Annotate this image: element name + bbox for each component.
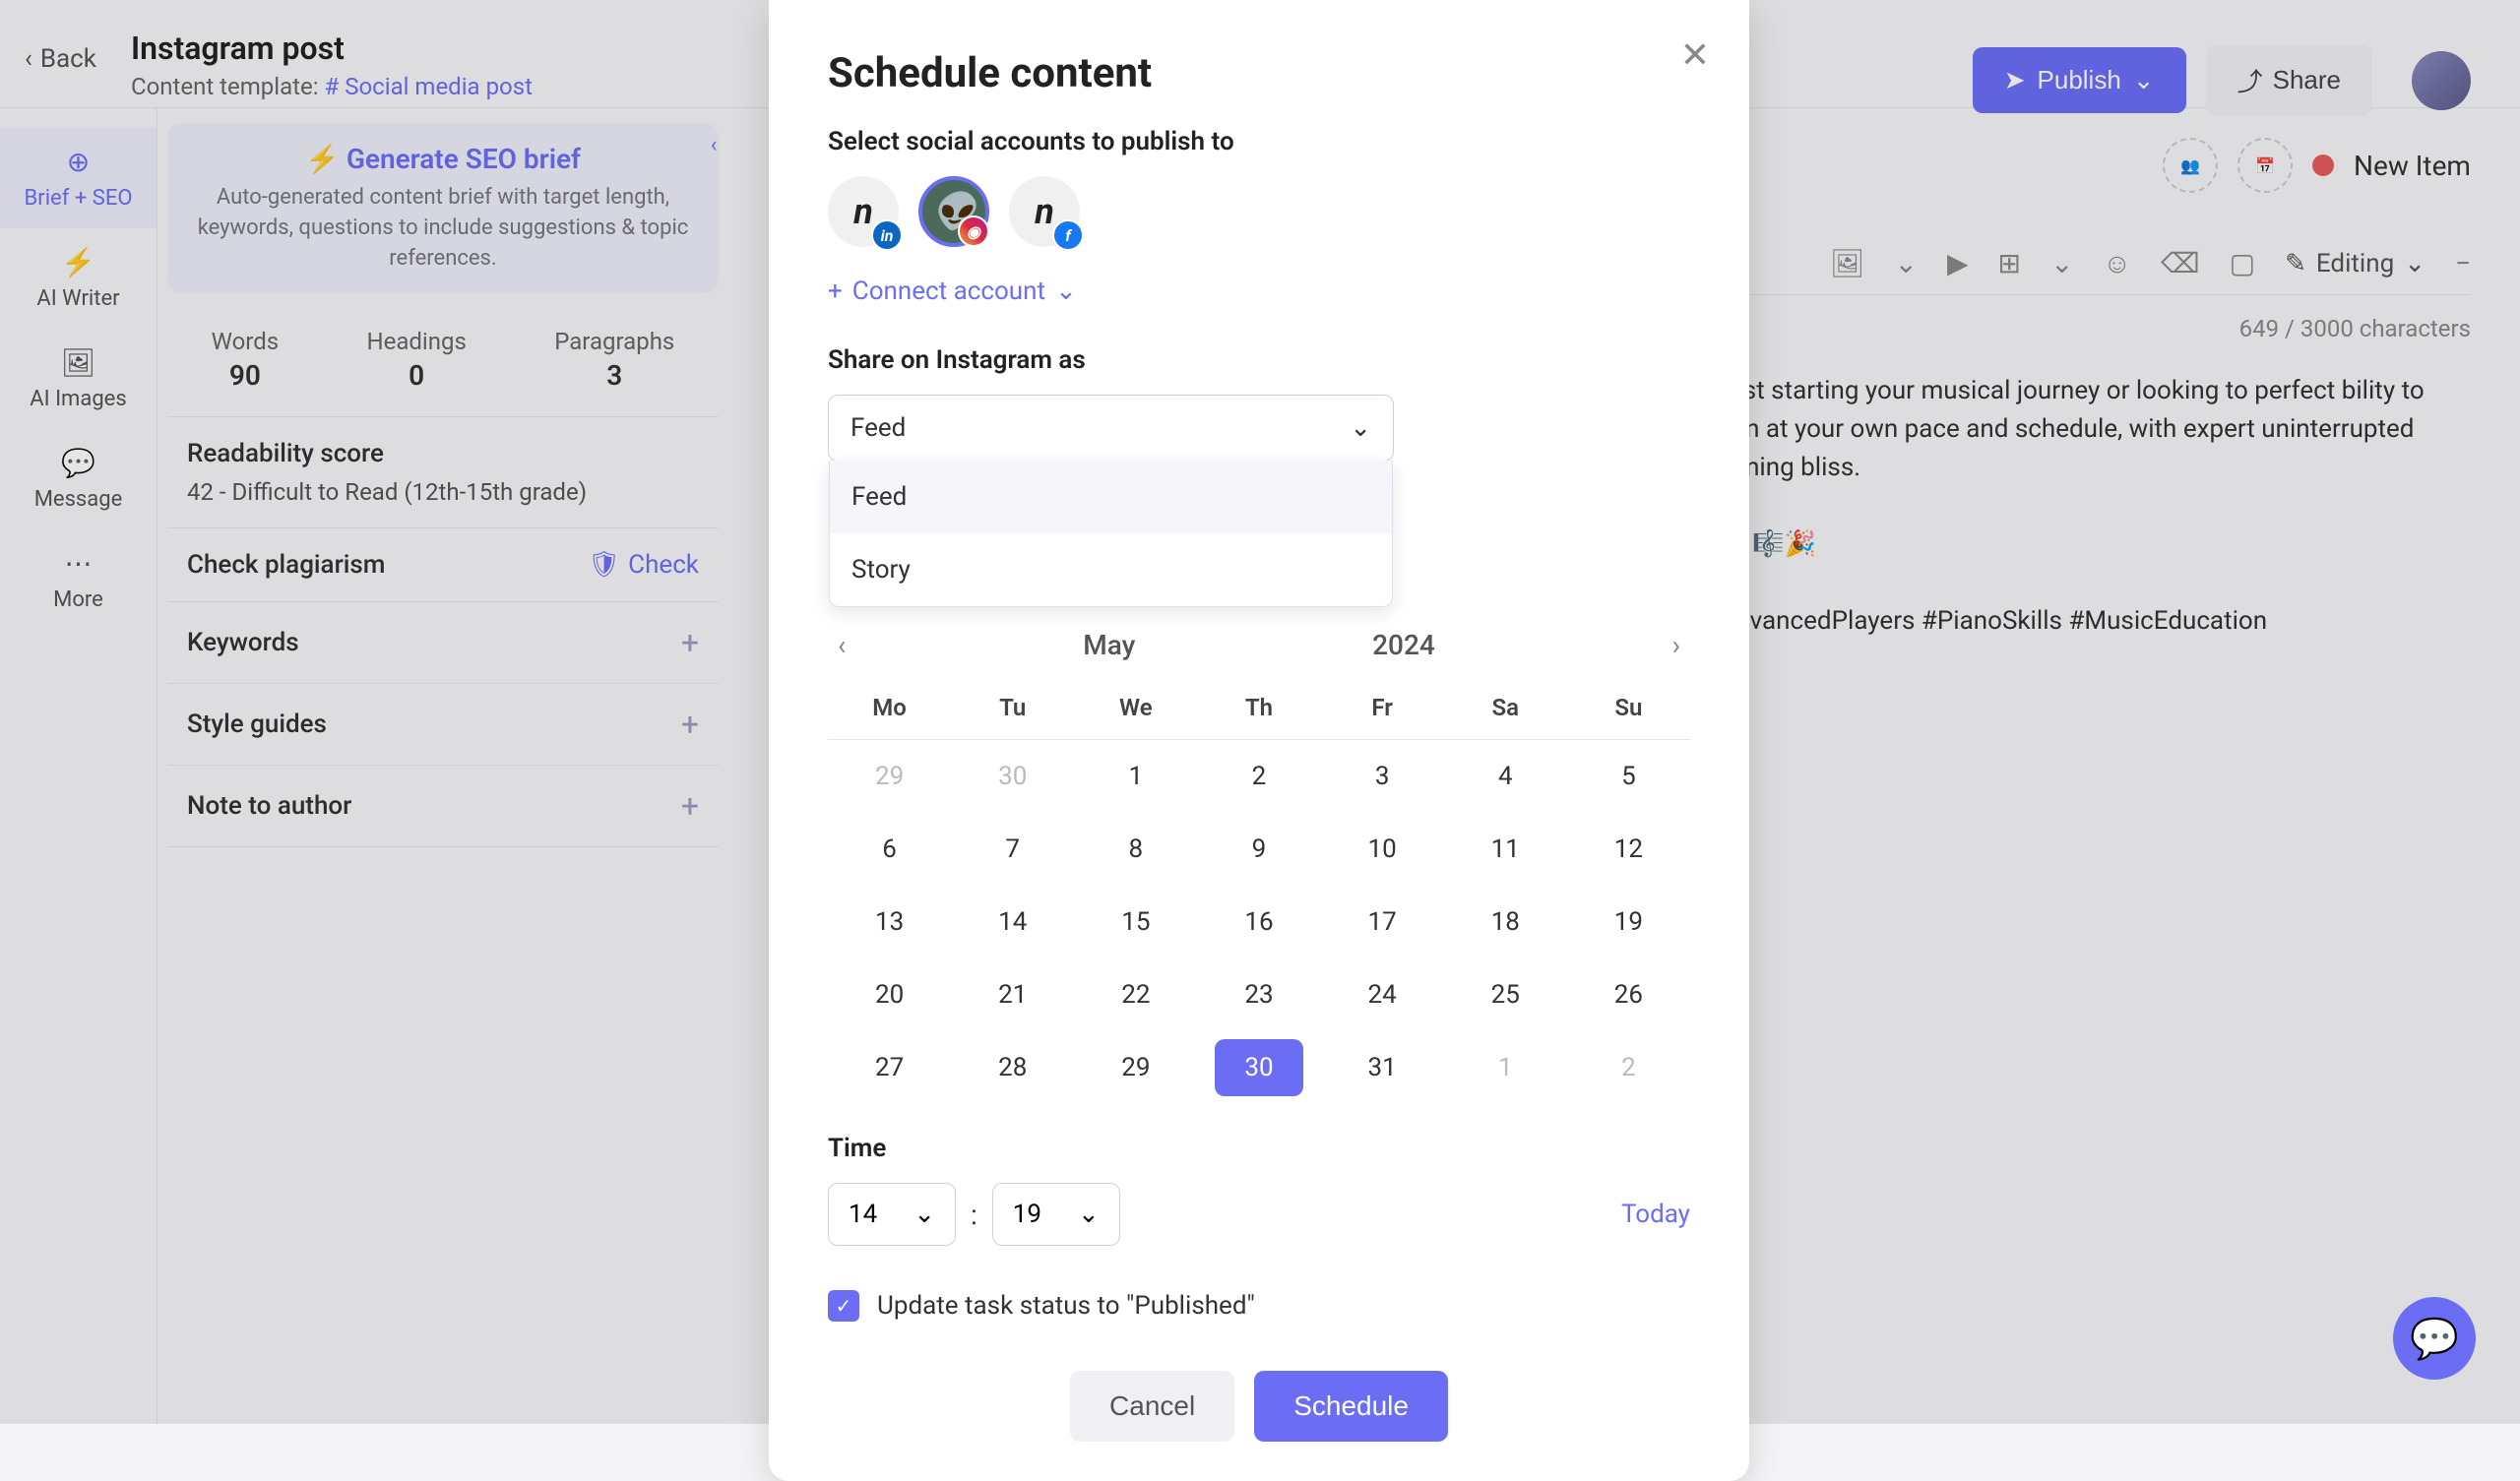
help-button[interactable]: 💬 xyxy=(2393,1297,2476,1380)
calendar-day[interactable]: 3 xyxy=(1321,740,1444,813)
calendar-day[interactable]: 4 xyxy=(1444,740,1567,813)
share-as-value: Feed xyxy=(850,413,906,443)
calendar-weekday: Fr xyxy=(1321,676,1444,740)
calendar-day[interactable]: 18 xyxy=(1444,886,1567,958)
minute-select[interactable]: 19 ⌄ xyxy=(992,1183,1120,1246)
calendar-day[interactable]: 9 xyxy=(1197,813,1320,886)
calendar-day[interactable]: 19 xyxy=(1567,886,1690,958)
modal-title: Schedule content xyxy=(828,49,1690,97)
close-icon: ✕ xyxy=(1680,34,1710,76)
dropdown-option-feed[interactable]: Feed xyxy=(830,461,1392,533)
calendar-day[interactable]: 16 xyxy=(1197,886,1320,958)
calendar-weekday: Su xyxy=(1567,676,1690,740)
calendar-day[interactable]: 25 xyxy=(1444,958,1567,1031)
calendar-day[interactable]: 5 xyxy=(1567,740,1690,813)
dropdown-option-story[interactable]: Story xyxy=(830,533,1392,606)
prev-month-button[interactable]: ‹ xyxy=(838,629,846,661)
calendar-day[interactable]: 22 xyxy=(1074,958,1197,1031)
next-month-button[interactable]: › xyxy=(1672,629,1680,661)
calendar-day[interactable]: 8 xyxy=(1074,813,1197,886)
calendar-day[interactable]: 29 xyxy=(1074,1031,1197,1104)
plus-icon: + xyxy=(828,277,843,306)
update-status-checkbox[interactable]: ✓ xyxy=(828,1290,859,1322)
calendar-day[interactable]: 10 xyxy=(1321,813,1444,886)
cancel-button[interactable]: Cancel xyxy=(1070,1371,1234,1442)
calendar-weekday: Tu xyxy=(951,676,1074,740)
close-button[interactable]: ✕ xyxy=(1680,34,1710,76)
calendar-day[interactable]: 2 xyxy=(1567,1031,1690,1104)
hour-value: 14 xyxy=(849,1200,877,1229)
calendar-day[interactable]: 26 xyxy=(1567,958,1690,1031)
today-button[interactable]: Today xyxy=(1621,1200,1690,1229)
update-status-label: Update task status to "Published" xyxy=(877,1291,1255,1321)
calendar-day[interactable]: 21 xyxy=(951,958,1074,1031)
calendar-month: May xyxy=(1083,629,1135,661)
calendar-day[interactable]: 23 xyxy=(1197,958,1320,1031)
chevron-down-icon: ⌄ xyxy=(1078,1200,1100,1229)
share-as-select[interactable]: Feed ⌄ Feed Story xyxy=(828,395,1394,462)
calendar-year: 2024 xyxy=(1372,629,1435,661)
account-facebook[interactable]: n f xyxy=(1009,176,1080,247)
hour-select[interactable]: 14 ⌄ xyxy=(828,1183,956,1246)
calendar-day[interactable]: 24 xyxy=(1321,958,1444,1031)
calendar-day[interactable]: 14 xyxy=(951,886,1074,958)
linkedin-icon: in xyxy=(871,219,903,251)
calendar-day[interactable]: 27 xyxy=(828,1031,951,1104)
calendar-day[interactable]: 1 xyxy=(1444,1031,1567,1104)
select-accounts-label: Select social accounts to publish to xyxy=(828,127,1690,156)
account-instagram[interactable]: 👽 ◉ xyxy=(918,176,989,247)
time-label: Time xyxy=(828,1134,1690,1163)
calendar-day[interactable]: 13 xyxy=(828,886,951,958)
calendar-day[interactable]: 30 xyxy=(1215,1039,1302,1096)
check-icon: ✓ xyxy=(836,1294,852,1318)
minute-value: 19 xyxy=(1013,1200,1041,1229)
connect-account-button[interactable]: + Connect account ⌄ xyxy=(828,277,1690,306)
calendar-weekday: Mo xyxy=(828,676,951,740)
chevron-down-icon: ⌄ xyxy=(914,1200,935,1229)
chevron-down-icon: ⌄ xyxy=(1055,277,1077,306)
schedule-button[interactable]: Schedule xyxy=(1254,1371,1448,1442)
chevron-down-icon: ⌄ xyxy=(1350,413,1371,443)
calendar-weekday: We xyxy=(1074,676,1197,740)
calendar-day[interactable]: 31 xyxy=(1321,1031,1444,1104)
calendar-weekday: Th xyxy=(1197,676,1320,740)
calendar-day[interactable]: 20 xyxy=(828,958,951,1031)
chat-icon: 💬 xyxy=(2410,1316,2459,1362)
share-as-dropdown: Feed Story xyxy=(829,461,1393,607)
calendar-day[interactable]: 7 xyxy=(951,813,1074,886)
share-as-label: Share on Instagram as xyxy=(828,345,1690,375)
calendar-day[interactable]: 17 xyxy=(1321,886,1444,958)
calendar-day[interactable]: 11 xyxy=(1444,813,1567,886)
calendar-weekday: Sa xyxy=(1444,676,1567,740)
connect-label: Connect account xyxy=(852,277,1045,306)
instagram-icon: ◉ xyxy=(958,216,989,247)
facebook-icon: f xyxy=(1052,219,1084,251)
time-separator: : xyxy=(971,1199,977,1231)
calendar-day[interactable]: 2 xyxy=(1197,740,1320,813)
schedule-content-modal: ✕ Schedule content Select social account… xyxy=(769,0,1749,1481)
calendar-day[interactable]: 1 xyxy=(1074,740,1197,813)
calendar-day[interactable]: 6 xyxy=(828,813,951,886)
calendar-day[interactable]: 12 xyxy=(1567,813,1690,886)
account-linkedin[interactable]: n in xyxy=(828,176,899,247)
calendar-day[interactable]: 28 xyxy=(951,1031,1074,1104)
calendar: MoTuWeThFrSaSu 2930123456789101112131415… xyxy=(828,676,1690,1104)
calendar-day[interactable]: 15 xyxy=(1074,886,1197,958)
calendar-day[interactable]: 29 xyxy=(828,740,951,813)
calendar-day[interactable]: 30 xyxy=(951,740,1074,813)
